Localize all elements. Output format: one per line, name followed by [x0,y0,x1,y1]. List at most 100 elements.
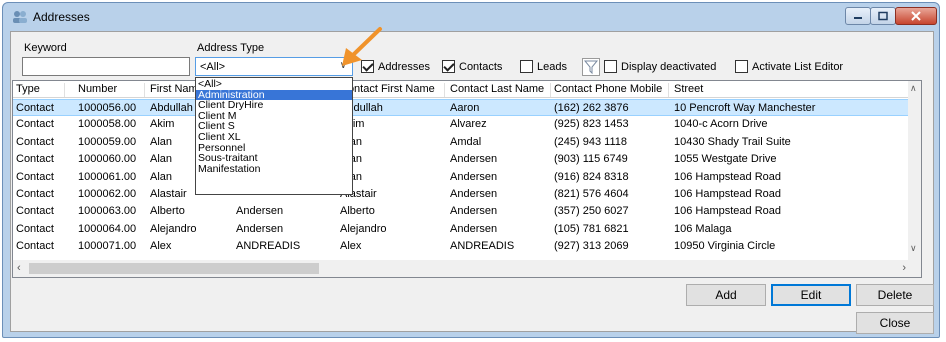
scroll-up-icon[interactable]: ∧ [910,83,917,94]
cell-contact-phone-mobile: (821) 576 4604 [554,188,629,200]
leads-checkbox-box [520,60,533,73]
cell-type: Contact [16,118,54,131]
display-deactivated-checkbox-box [604,60,617,73]
dropdown-option[interactable]: <All> [196,79,352,90]
cell-street: 10 Pencroft Way Manchester [674,102,816,114]
filter-button[interactable] [582,58,600,76]
cell-street: 106 Malaga [674,222,732,235]
cell-number: 1000060.00 [78,153,137,166]
cell-street: 106 Hampstead Road [674,170,782,183]
column-header-number[interactable]: Number [75,83,145,97]
cell-number: 1000058.00 [78,118,137,131]
cell-number: 1000062.00 [78,188,137,200]
table-row[interactable]: Contact 1000063.00 Alberto Andersen Alberto A… [13,203,909,220]
dropdown-option[interactable]: Client XL [196,132,352,143]
cell-contact-first-name: Alberto [340,205,375,218]
cell-contact-phone-mobile: (927) 313 2069 [554,240,629,253]
cell-contact-first-name: Alex [340,240,362,253]
address-grid[interactable]: Type Number First Name Contact First Nam… [12,80,922,278]
cell-street: 1040-c Acorn Drive [674,118,768,131]
cell-contact-phone-mobile: (162) 262 3876 [554,102,629,114]
cell-contact-last-name: Andersen [450,170,498,183]
dropdown-option[interactable]: Manifestation [196,164,352,175]
maximize-button[interactable] [870,7,896,25]
addresses-checkbox-label: Addresses [378,60,430,73]
cell-contact-last-name: Andersen [450,153,498,166]
horizontal-scroll-thumb[interactable] [29,263,319,274]
cell-contact-first-name: Abdullah [340,102,383,114]
address-book-icon [13,11,27,23]
table-row[interactable]: Contact 1000062.00 Alastair Alastair Anderse… [13,186,909,203]
scroll-down-icon[interactable]: ∨ [910,243,917,254]
cell-type: Contact [16,188,54,200]
display-deactivated-checkbox[interactable]: Display deactivated [604,60,716,73]
cell-last-name: Andersen [236,222,284,235]
table-row[interactable]: Contact1000059.00AlanAlanAmdal(245) 943 … [13,134,909,151]
address-type-value: <All> [200,61,226,73]
window-title: Addresses [33,10,90,24]
cell-type: Contact [16,240,54,253]
cell-street: 10950 Virginia Circle [674,240,776,253]
minimize-icon [854,17,862,19]
contacts-checkbox-label: Contacts [459,60,503,73]
leads-checkbox[interactable]: Leads [520,60,567,73]
column-header-contact-last-name[interactable]: Contact Last Name [447,83,551,97]
keyword-input[interactable] [22,57,190,76]
add-button[interactable]: Add [686,284,766,306]
table-row[interactable]: Contact1000061.00AlanAlanAndersen(916) 8… [13,169,909,186]
address-type-dropdown-list: <All> Administration Client DryHire Client … [195,77,353,195]
cell-first-name: Alberto [150,205,185,218]
column-header-contact-first-name[interactable]: Contact First Name [337,83,445,97]
address-type-select[interactable]: <All> ∨ [195,57,353,76]
cell-last-name: ANDREADIS [236,240,301,253]
cell-contact-last-name: Andersen [450,222,498,235]
cell-contact-last-name: Aaron [450,102,480,114]
cell-street: 106 Hampstead Road [674,205,782,218]
close-icon [911,11,921,21]
delete-button[interactable]: Delete [856,284,934,306]
column-header-contact-phone-mobile[interactable]: Contact Phone Mobile [551,83,669,97]
contacts-checkbox-box [442,60,455,73]
leads-checkbox-label: Leads [537,60,567,73]
cell-number: 1000071.00 [78,240,137,253]
cell-number: 1000063.00 [78,205,137,218]
cell-street: 106 Hampstead Road [674,188,782,200]
cell-contact-last-name: ANDREADIS [450,240,515,253]
activate-list-editor-checkbox[interactable]: Activate List Editor [735,60,843,73]
table-row[interactable]: Contact1000058.00AkimAkimAlvarez(925) 82… [13,116,909,133]
cell-contact-first-name: Alejandro [340,222,387,235]
column-header-type[interactable]: Type [13,83,65,97]
cell-type: Contact [16,102,54,114]
minimize-button[interactable] [845,7,871,25]
table-row[interactable]: Contact 1000064.00 Alejandro Andersen Alejan… [13,221,909,238]
title-bar[interactable]: Addresses [3,3,939,31]
table-row[interactable]: Contact1000060.00AlanAlanAndersen(903) 1… [13,151,909,168]
cell-contact-phone-mobile: (916) 824 8318 [554,170,629,183]
cell-contact-last-name: Andersen [450,188,498,200]
cell-contact-phone-mobile: (105) 781 6821 [554,222,629,235]
cell-contact-phone-mobile: (357) 250 6027 [554,205,629,218]
edit-button[interactable]: Edit [771,284,851,306]
scroll-left-icon[interactable]: ‹ [17,262,21,274]
horizontal-scrollbar[interactable]: ‹ › [13,260,921,277]
close-button[interactable]: Close [856,312,934,334]
keyword-label: Keyword [24,42,67,54]
cell-last-name: Andersen [236,205,284,218]
cell-contact-phone-mobile: (925) 823 1453 [554,118,629,131]
cell-contact-first-name: Akim [337,118,445,130]
display-deactivated-label: Display deactivated [621,60,717,73]
cell-number: 1000056.00 [78,102,137,114]
vertical-scrollbar[interactable]: ∧ ∨ [908,81,921,261]
cell-contact-first-name: Alan [337,153,445,165]
cell-contact-first-name: Alan [337,171,445,183]
scroll-right-icon[interactable]: › [902,262,906,274]
close-window-button[interactable] [895,7,937,25]
table-row[interactable]: Contact 1000056.00 Abdullah Abdullah Aaron (1… [13,99,909,116]
cell-contact-phone-mobile: (903) 115 6749 [554,153,628,166]
contacts-checkbox[interactable]: Contacts [442,60,502,73]
table-row[interactable]: Contact 1000071.00 Alex ANDREADIS Alex ANDREA… [13,238,909,255]
cell-type: Contact [16,135,54,148]
column-header-street[interactable]: Street [671,83,901,97]
cell-type: Contact [16,205,54,218]
activate-list-editor-checkbox-box [735,60,748,73]
